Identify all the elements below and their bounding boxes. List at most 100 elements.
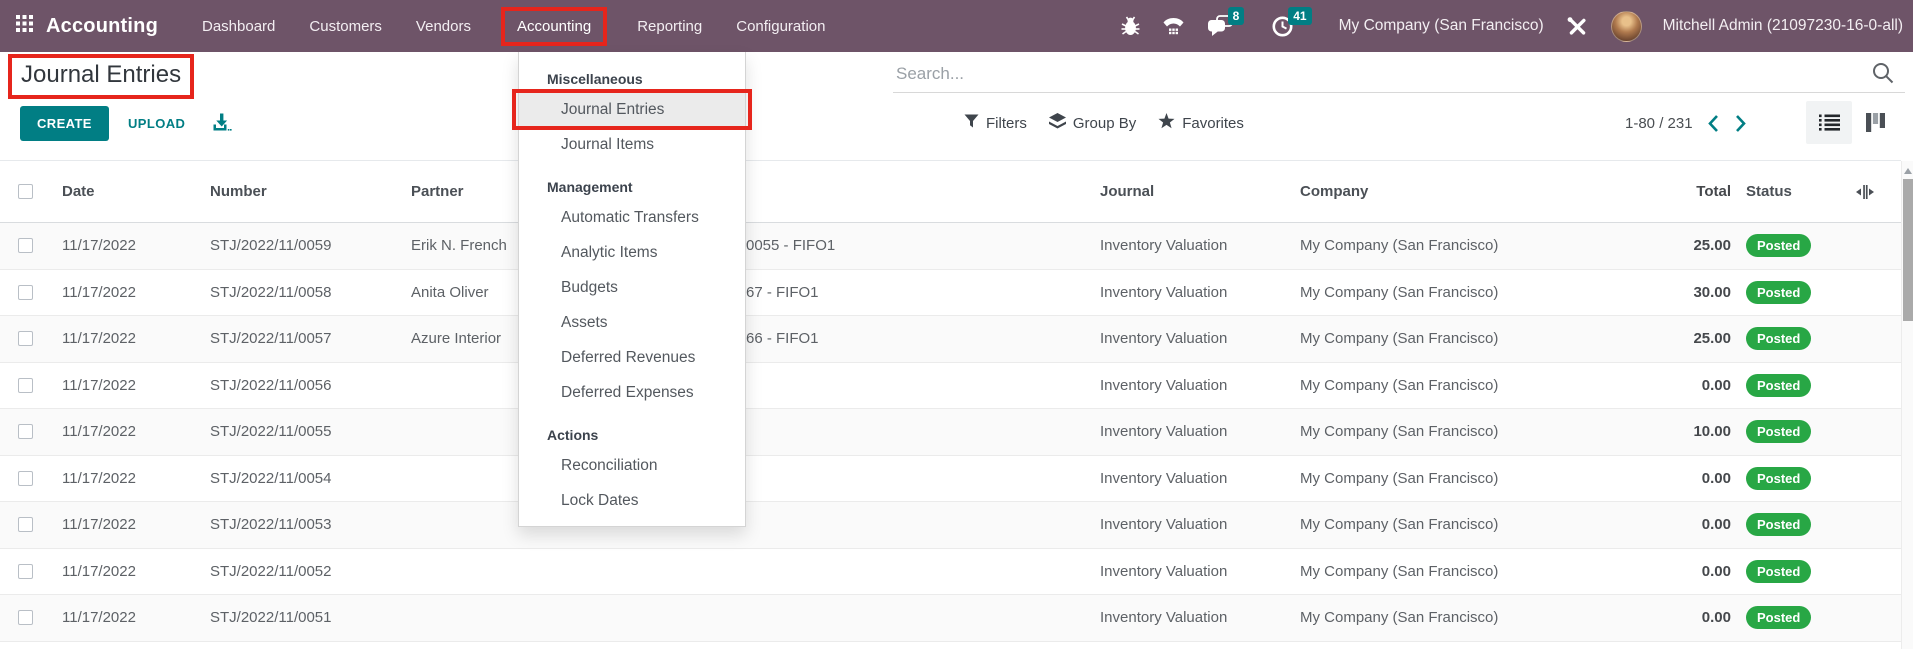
table-row-stj-2022-11-0055[interactable]: 11/17/2022 STJ/2022/11/0055 Inventory Valu… [0, 409, 1901, 456]
table-row-stj-2022-11-0058[interactable]: 11/17/2022 STJ/2022/11/0058 Anita Oliver 67… [0, 269, 1901, 316]
header-status[interactable]: Status [1731, 183, 1850, 200]
group-by-button[interactable]: Group By [1048, 113, 1136, 133]
filters-button[interactable]: Filters [964, 114, 1027, 132]
cell-number: STJ/2022/11/0052 [210, 562, 332, 580]
group-by-layers-icon [1048, 113, 1066, 133]
dropdown-item-journal-items[interactable]: Journal Items [519, 127, 745, 162]
dropdown-section-management: Management [547, 179, 633, 195]
cell-journal: Inventory Valuation [1100, 469, 1228, 487]
table-row-stj-2022-11-0051[interactable]: 11/17/2022 STJ/2022/11/0051 Inventory Valu… [0, 595, 1901, 642]
cell-journal: Inventory Valuation [1100, 423, 1228, 441]
cell-status: Posted [1731, 559, 1850, 583]
nav-menu-reporting[interactable]: Reporting [637, 18, 702, 35]
scrollbar-thumb[interactable] [1902, 179, 1913, 321]
apps-grid-icon[interactable] [16, 15, 33, 37]
search-icon[interactable] [1871, 61, 1895, 90]
phone-icon[interactable] [1161, 16, 1186, 37]
row-checkbox[interactable] [18, 331, 33, 347]
header-select-all-cell [0, 184, 62, 199]
nav-menu-customers[interactable]: Customers [309, 18, 382, 35]
pager-next-icon[interactable] [1734, 114, 1747, 133]
dropdown-item-journal-entries[interactable]: Journal Entries [512, 89, 752, 130]
cell-journal: Inventory Valuation [1100, 609, 1228, 627]
vertical-scrollbar[interactable] [1901, 161, 1913, 649]
table-row-stj-2022-11-0057[interactable]: 11/17/2022 STJ/2022/11/0057 Azure Interior… [0, 316, 1901, 363]
cell-date: 11/17/2022 [62, 237, 136, 255]
status-badge: Posted [1746, 280, 1812, 304]
cell-total: 0.00 [1701, 469, 1731, 487]
nav-menu-vendors[interactable]: Vendors [416, 18, 471, 35]
header-total[interactable]: Total [1620, 183, 1731, 200]
status-badge: Posted [1746, 513, 1812, 537]
nav-menu-accounting[interactable]: Accounting [500, 6, 608, 46]
row-checkbox[interactable] [18, 517, 33, 533]
header-company[interactable]: Company [1300, 183, 1620, 200]
row-checkbox[interactable] [18, 563, 33, 579]
dropdown-item-reconciliation[interactable]: Reconciliation [519, 448, 745, 483]
header-journal[interactable]: Journal [1100, 183, 1300, 200]
navbar-right: 8 41 My Company (San Francisco) Mitchell… [1121, 0, 1903, 52]
row-checkbox[interactable] [18, 610, 33, 626]
create-button[interactable]: CREATE [20, 106, 109, 141]
cell-reference: 67 - FIFO1 [746, 283, 819, 301]
cell-total: 0.00 [1701, 376, 1731, 394]
nav-menu-dashboard[interactable]: Dashboard [202, 18, 275, 35]
pager-previous-icon[interactable] [1707, 114, 1720, 133]
cell-journal: Inventory Valuation [1100, 516, 1228, 534]
nav-menu-configuration[interactable]: Configuration [736, 18, 825, 35]
activity-clock-icon[interactable]: 41 [1271, 6, 1317, 38]
dropdown-item-deferred-revenues[interactable]: Deferred Revenues [519, 340, 745, 375]
cell-status: Posted [1731, 280, 1850, 304]
dropdown-item-deferred-expenses[interactable]: Deferred Expenses [519, 375, 745, 410]
navbar-left: Accounting Dashboard Customers Vendors Acco… [16, 0, 825, 52]
dropdown-item-analytic-items[interactable]: Analytic Items [519, 235, 745, 270]
status-badge: Posted [1746, 234, 1812, 258]
table-row-stj-2022-11-0054[interactable]: 11/17/2022 STJ/2022/11/0054 Inventory Valu… [0, 455, 1901, 502]
dropdown-item-automatic-transfers[interactable]: Automatic Transfers [519, 200, 745, 235]
select-all-checkbox[interactable] [18, 184, 33, 199]
page-title: Journal Entries [21, 61, 182, 88]
cell-total: 0.00 [1701, 516, 1731, 534]
cell-status: Posted [1731, 513, 1850, 537]
company-switcher[interactable]: My Company (San Francisco) [1339, 17, 1544, 35]
annotation-box-dropdown-item [512, 89, 752, 130]
table-row-stj-2022-11-0052[interactable]: 11/17/2022 STJ/2022/11/0052 Inventory Valu… [0, 548, 1901, 595]
search-input[interactable]: Search... [893, 56, 1905, 93]
dropdown-item-budgets[interactable]: Budgets [519, 270, 745, 305]
dropdown-item-assets[interactable]: Assets [519, 305, 745, 340]
cell-company: My Company (San Francisco) [1300, 237, 1499, 255]
row-checkbox[interactable] [18, 424, 33, 440]
filter-funnel-icon [964, 114, 979, 132]
row-checkbox[interactable] [18, 377, 33, 393]
export-download-icon[interactable] [212, 113, 233, 138]
user-menu[interactable]: Mitchell Admin (21097230-16-0-all) [1663, 17, 1903, 35]
tools-icon[interactable] [1565, 14, 1590, 39]
cell-status: Posted [1731, 420, 1850, 444]
app-name[interactable]: Accounting [46, 15, 158, 38]
dropdown-item-lock-dates[interactable]: Lock Dates [519, 483, 745, 518]
status-badge: Posted [1746, 559, 1812, 583]
cell-journal: Inventory Valuation [1100, 376, 1228, 394]
scrollbar-up-arrow-icon[interactable] [1903, 168, 1912, 174]
header-date[interactable]: Date [62, 183, 210, 200]
row-checkbox[interactable] [18, 238, 33, 254]
row-checkbox[interactable] [18, 470, 33, 486]
user-avatar[interactable] [1610, 10, 1642, 42]
chat-icon[interactable]: 8 [1207, 7, 1251, 37]
cell-date: 11/17/2022 [62, 562, 136, 580]
cell-journal: Inventory Valuation [1100, 237, 1228, 255]
kanban-view-button[interactable] [1852, 101, 1898, 144]
column-adjust-icon[interactable] [1856, 183, 1901, 201]
upload-button[interactable]: UPLOAD [120, 106, 193, 141]
table-row-stj-2022-11-0059[interactable]: 11/17/2022 STJ/2022/11/0059 Erik N. French… [0, 223, 1901, 270]
row-checkbox[interactable] [18, 284, 33, 300]
status-badge: Posted [1746, 466, 1812, 490]
table-row-stj-2022-11-0056[interactable]: 11/17/2022 STJ/2022/11/0056 Inventory Valu… [0, 362, 1901, 409]
header-number[interactable]: Number [210, 183, 411, 200]
table-row-stj-2022-11-0053[interactable]: 11/17/2022 STJ/2022/11/0053 Inventory Valu… [0, 502, 1901, 549]
favorites-button[interactable]: Favorites [1158, 113, 1244, 133]
bug-icon[interactable] [1121, 16, 1140, 36]
cell-total: 25.00 [1693, 237, 1731, 255]
list-view-button[interactable] [1806, 101, 1852, 144]
cell-date: 11/17/2022 [62, 423, 136, 441]
